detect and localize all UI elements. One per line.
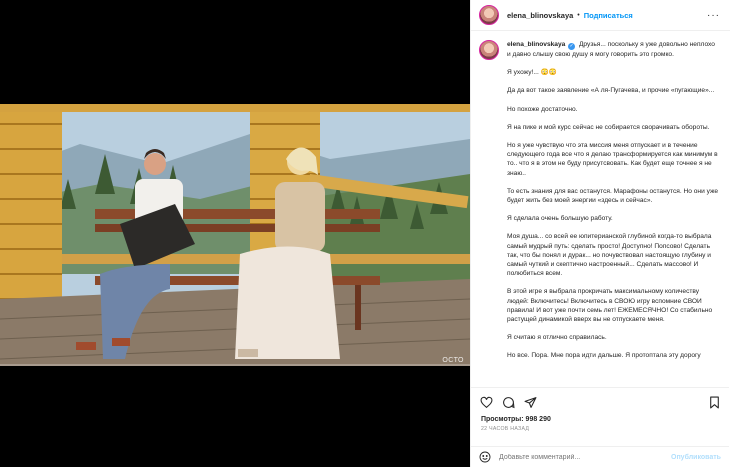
caption-paragraph: То есть знания для вас останутся. Марафо… xyxy=(507,187,720,205)
video-watermark: ОСТО xyxy=(442,357,464,364)
verified-badge-icon: ✓ xyxy=(568,43,576,50)
more-options-icon[interactable]: ··· xyxy=(707,10,720,21)
caption-paragraph: Я сделала очень большую работу. xyxy=(507,215,613,223)
caption-paragraph: Да да вот такое заявление «А ля-Пугачева… xyxy=(507,87,715,95)
caption-paragraph: Но я уже чувствую что эта миссия меня от… xyxy=(507,142,720,177)
publish-button[interactable]: Опубликовать xyxy=(671,454,721,461)
caption-paragraph: Я на пике и мой курс сейчас не собираетс… xyxy=(507,123,710,131)
action-bar xyxy=(471,388,729,416)
caption-paragraph: Я ухожу!... 😳😳 xyxy=(507,69,558,77)
heart-icon[interactable] xyxy=(479,395,493,409)
caption-scroll-area[interactable]: elena_blinovskaya ✓ Друзья... поскольку … xyxy=(471,32,729,387)
follow-button[interactable]: Подписаться xyxy=(584,11,633,20)
caption-author-avatar[interactable] xyxy=(479,40,499,60)
paper-plane-icon[interactable] xyxy=(523,395,537,409)
views-count[interactable]: Просмотры: 998 290 xyxy=(471,416,729,423)
caption-paragraph: Я считаю я отлично справилась. xyxy=(507,334,607,342)
comment-bubble-icon[interactable] xyxy=(501,395,515,409)
header-username[interactable]: elena_blinovskaya xyxy=(507,11,573,20)
video-frame[interactable]: ОСТО xyxy=(0,104,470,366)
add-comment-bar: Опубликовать xyxy=(471,446,729,467)
video-progress-track[interactable] xyxy=(0,364,470,366)
views-value: 998 290 xyxy=(525,416,551,423)
post-footer: Просмотры: 998 290 22 часов назад xyxy=(471,387,729,432)
author-avatar[interactable] xyxy=(479,5,499,25)
header-separator: • xyxy=(577,11,580,19)
post-timestamp[interactable]: 22 часов назад xyxy=(471,423,729,432)
caption-paragraph: Но похоже достаточно. xyxy=(507,105,578,113)
caption-body: elena_blinovskaya ✓ Друзья... поскольку … xyxy=(507,40,719,361)
video-still-image xyxy=(0,104,470,366)
smiley-icon[interactable] xyxy=(479,451,491,463)
views-label: Просмотры: xyxy=(481,416,524,423)
caption-author-name[interactable]: elena_blinovskaya xyxy=(507,41,565,48)
post-details-panel: elena_blinovskaya • Подписаться ··· elen… xyxy=(470,0,730,467)
caption-paragraph: В этой игре я выбрала прокричать максима… xyxy=(507,288,715,324)
caption-paragraph: Моя душа... со всей ее юпитерианской глу… xyxy=(507,233,714,278)
bookmark-icon[interactable] xyxy=(707,395,721,409)
caption-paragraph: elena_blinovskaya ✓ Друзья... поскольку … xyxy=(507,40,719,59)
caption-paragraph: Но все. Пора. Мне пора идти дальше. Я пр… xyxy=(507,352,701,360)
post-media[interactable]: ОСТО xyxy=(0,0,470,467)
caption-row: elena_blinovskaya ✓ Друзья... поскольку … xyxy=(479,40,719,361)
comment-input[interactable] xyxy=(499,453,671,461)
post-header: elena_blinovskaya • Подписаться ··· xyxy=(471,0,730,31)
